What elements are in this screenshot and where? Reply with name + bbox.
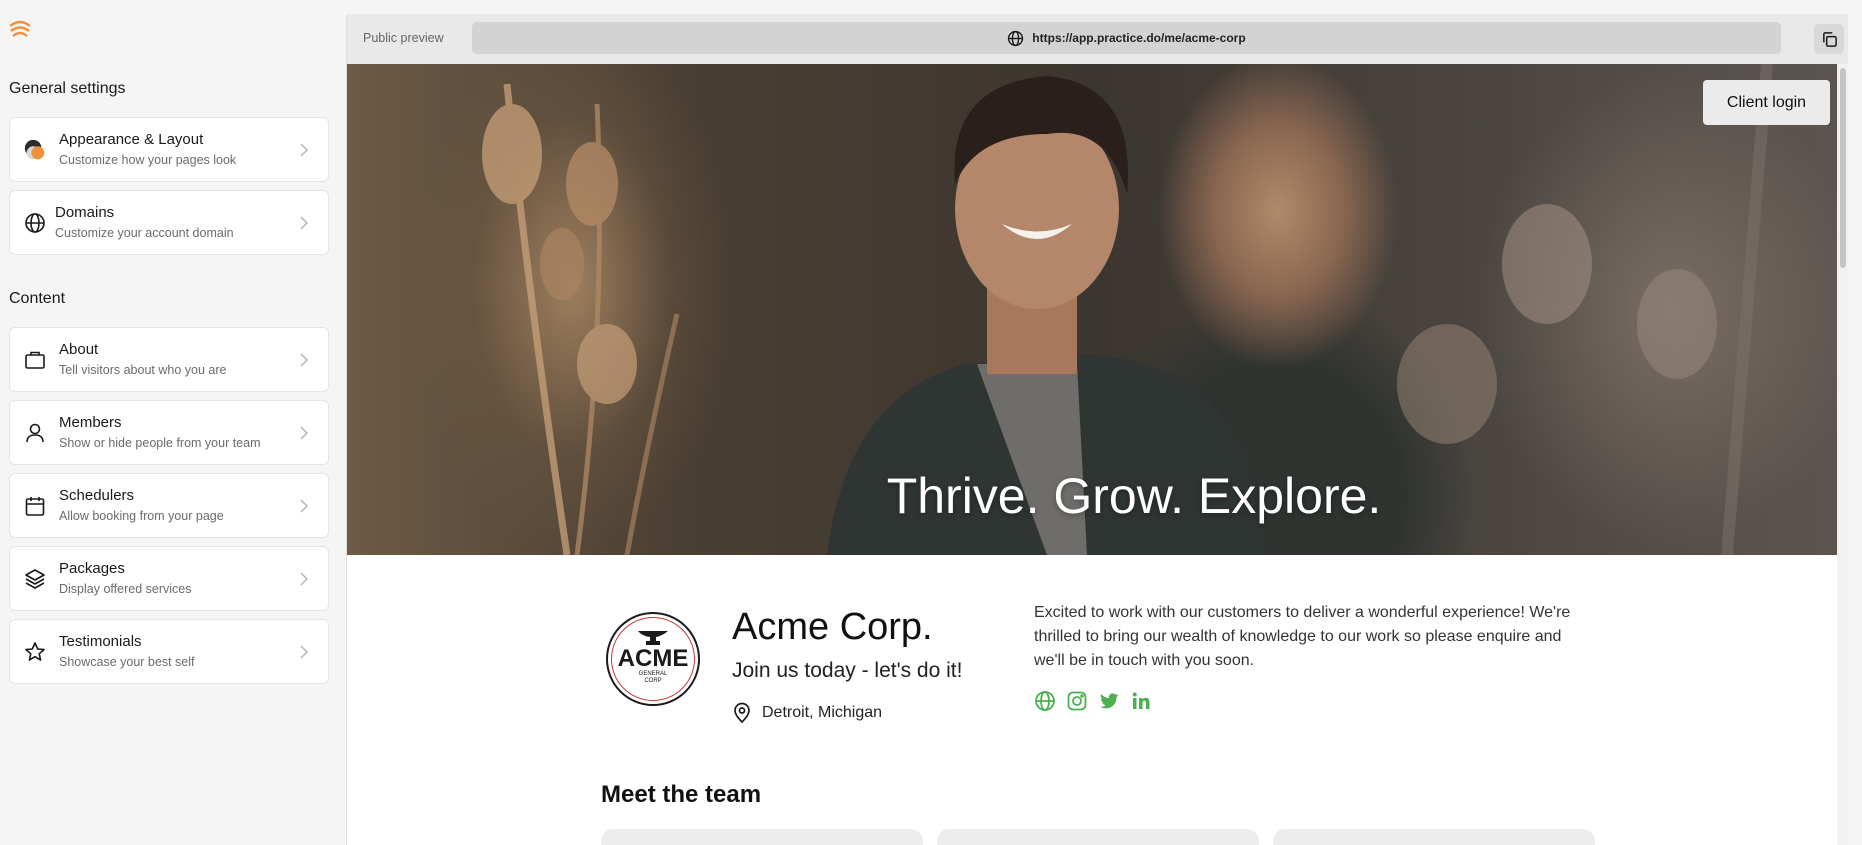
sidebar-item-schedulers[interactable]: Schedulers Allow booking from your page bbox=[9, 473, 329, 538]
chevron-right-icon bbox=[300, 644, 309, 659]
sidebar-item-subtitle: Customize your account domain bbox=[55, 225, 234, 240]
location-text: Detroit, Michigan bbox=[762, 704, 883, 721]
globe-icon[interactable] bbox=[1034, 690, 1056, 712]
hero-heading-text: Thrive. Grow. Explore. bbox=[886, 468, 1382, 524]
palette-icon bbox=[23, 138, 47, 162]
hero-heading: Thrive. Grow. Explore. bbox=[347, 467, 1848, 525]
public-preview-panel: Public preview https://app.practice.do/m… bbox=[346, 14, 1848, 845]
sidebar-item-subtitle: Customize how your pages look bbox=[59, 152, 237, 167]
globe-icon bbox=[1008, 30, 1024, 46]
team-member-card[interactable] bbox=[1273, 829, 1595, 845]
client-login-button[interactable]: Client login bbox=[1703, 80, 1830, 125]
url-bar[interactable]: https://app.practice.do/me/acme-corp bbox=[472, 22, 1781, 54]
chevron-right-icon bbox=[300, 352, 309, 367]
preview-label: Public preview bbox=[363, 31, 444, 45]
chevron-right-icon bbox=[300, 142, 309, 157]
star-icon bbox=[23, 640, 47, 664]
org-description: Excited to work with our customers to de… bbox=[1034, 604, 1571, 669]
copy-url-button[interactable] bbox=[1814, 24, 1844, 54]
preview-url[interactable]: https://app.practice.do/me/acme-corp bbox=[1032, 31, 1245, 45]
team-section-title: Meet the team bbox=[601, 781, 762, 808]
chevron-right-icon bbox=[300, 425, 309, 440]
linkedin-icon[interactable] bbox=[1130, 690, 1152, 712]
scrollbar-thumb[interactable] bbox=[1840, 68, 1846, 268]
org-logo-text: ACME bbox=[617, 645, 689, 672]
user-icon bbox=[23, 421, 47, 445]
sidebar-item-subtitle: Showcase your best self bbox=[59, 654, 195, 669]
sidebar-item-title: Appearance & Layout bbox=[59, 130, 204, 148]
calendar-icon bbox=[23, 494, 47, 518]
sidebar-item-title: About bbox=[59, 340, 99, 358]
org-location: Detroit, Michigan bbox=[732, 702, 882, 724]
org-name: Acme Corp. bbox=[732, 606, 933, 648]
sidebar-item-subtitle: Show or hide people from your team bbox=[59, 435, 261, 450]
sidebar-item-title: Domains bbox=[55, 203, 115, 221]
anvil-icon bbox=[638, 631, 668, 645]
instagram-icon[interactable] bbox=[1066, 690, 1088, 712]
sidebar-item-subtitle: Allow booking from your page bbox=[59, 508, 224, 523]
globe-icon bbox=[23, 211, 47, 235]
sidebar-item-title: Testimonials bbox=[59, 632, 142, 650]
briefcase-icon bbox=[23, 348, 47, 372]
copy-icon bbox=[1822, 31, 1837, 47]
org-logo-subtext: GENERAL CORP bbox=[638, 671, 668, 684]
preview-toolbar: Public preview https://app.practice.do/m… bbox=[347, 14, 1848, 64]
org-tagline: Join us today - let's do it! bbox=[732, 659, 963, 682]
layers-icon bbox=[23, 567, 47, 591]
general-settings-heading: General settings bbox=[9, 80, 126, 97]
team-member-card[interactable] bbox=[601, 829, 923, 845]
sidebar-item-testimonials[interactable]: Testimonials Showcase your best self bbox=[9, 619, 329, 684]
sidebar-item-about[interactable]: About Tell visitors about who you are bbox=[9, 327, 329, 392]
hero-banner: Thrive. Grow. Explore. Client login bbox=[347, 64, 1848, 555]
sidebar-item-subtitle: Tell visitors about who you are bbox=[59, 362, 227, 377]
sidebar-item-title: Schedulers bbox=[59, 486, 135, 504]
sidebar-item-title: Members bbox=[59, 413, 122, 431]
content-heading: Content bbox=[9, 290, 66, 307]
sidebar-item-title: Packages bbox=[59, 559, 125, 577]
sidebar-item-subtitle: Display offered services bbox=[59, 581, 192, 596]
settings-sidebar: General settings Appearance & Layout Cus… bbox=[0, 0, 346, 845]
sidebar-item-appearance[interactable]: Appearance & Layout Customize how your p… bbox=[9, 117, 329, 182]
chevron-right-icon bbox=[300, 215, 309, 230]
social-links bbox=[1034, 690, 1152, 712]
sidebar-item-domains[interactable]: Domains Customize your account domain bbox=[9, 190, 329, 255]
chevron-right-icon bbox=[300, 498, 309, 513]
sidebar-item-members[interactable]: Members Show or hide people from your te… bbox=[9, 400, 329, 465]
sidebar-item-packages[interactable]: Packages Display offered services bbox=[9, 546, 329, 611]
twitter-icon[interactable] bbox=[1098, 690, 1120, 712]
org-logo: ACME GENERAL CORP bbox=[606, 612, 700, 706]
team-member-card[interactable] bbox=[937, 829, 1259, 845]
app-logo-icon[interactable] bbox=[9, 19, 31, 41]
chevron-right-icon bbox=[300, 571, 309, 586]
map-pin-icon bbox=[734, 702, 750, 724]
